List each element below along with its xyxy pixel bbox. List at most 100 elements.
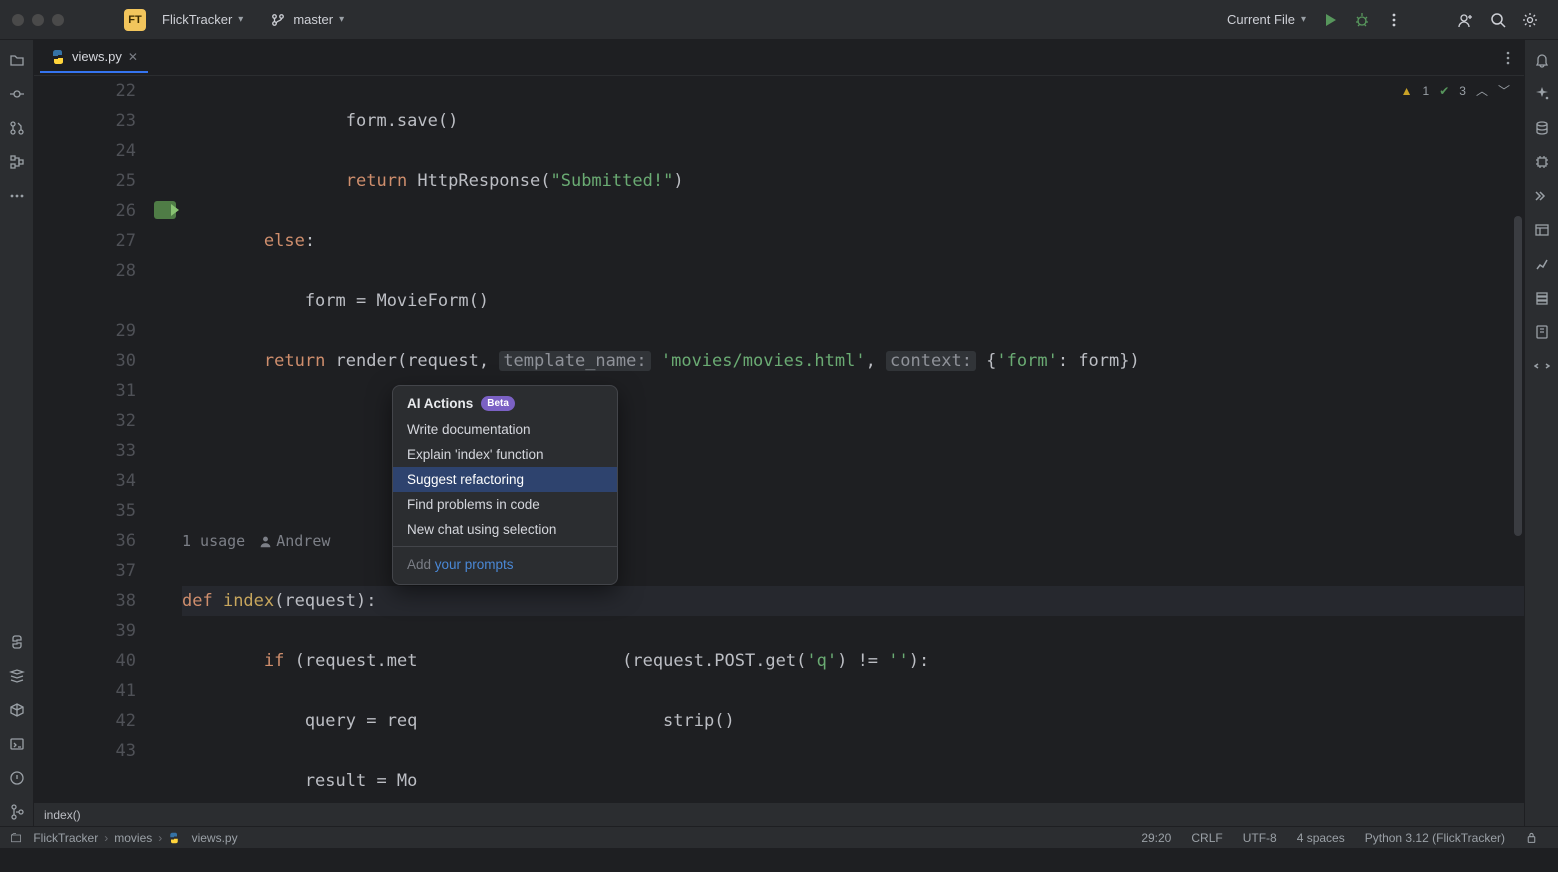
code-line <box>182 466 1524 496</box>
ai-action-item[interactable]: New chat using selection <box>393 517 617 542</box>
problems-tool-button[interactable] <box>3 764 31 792</box>
run-config-selector[interactable]: Current File ▾ <box>1219 8 1314 31</box>
bookmarks-tool-button[interactable] <box>1528 318 1556 346</box>
structure-tool-button[interactable] <box>3 148 31 176</box>
python-file-icon <box>50 49 66 65</box>
line-separator[interactable]: CRLF <box>1191 831 1222 845</box>
stack-tool-button[interactable] <box>1528 284 1556 312</box>
code-line: form.save() <box>182 106 1524 136</box>
code-line: if (request.metXXXXXXXXXXXXXXXXXXXX(requ… <box>182 646 1524 676</box>
lock-icon[interactable] <box>1525 831 1538 844</box>
inlay-meta: 1 usage Andrew <box>182 526 1524 556</box>
python-console-tool-button[interactable] <box>3 696 31 724</box>
breadcrumb-item[interactable]: views.py <box>168 831 237 845</box>
add-prompts-row[interactable]: Add your prompts <box>393 551 617 578</box>
ai-action-item[interactable]: Suggest refactoring <box>393 467 617 492</box>
breadcrumb-item[interactable]: FlickTracker <box>10 831 98 845</box>
ai-action-item[interactable]: Explain 'index' function <box>393 442 617 467</box>
code-line: return render(request, template_name: 'm… <box>182 346 1524 376</box>
file-encoding[interactable]: UTF-8 <box>1243 831 1277 845</box>
editor-tabs: views.py ✕ <box>34 40 1524 76</box>
debug-button[interactable] <box>1346 8 1378 32</box>
chevron-right-icon: › <box>104 831 108 845</box>
coverage-tool-button[interactable] <box>1528 250 1556 278</box>
run-gutter-icon[interactable] <box>154 201 176 219</box>
your-prompts-link[interactable]: your prompts <box>435 557 514 572</box>
database-tool-button[interactable] <box>1528 114 1556 142</box>
code-line: def index(request): <box>182 586 1524 616</box>
interpreter[interactable]: Python 3.12 (FlickTracker) <box>1365 831 1505 845</box>
branch-name: master <box>293 12 333 27</box>
popup-title: AI Actions <box>407 396 473 411</box>
ai-action-item[interactable]: Write documentation <box>393 417 617 442</box>
annotation-column <box>154 76 182 802</box>
branch-icon <box>269 11 287 29</box>
project-selector[interactable]: FlickTracker ▾ <box>154 8 251 31</box>
structure-crumb-bar: index() <box>34 802 1524 826</box>
search-everywhere-button[interactable] <box>1482 8 1514 32</box>
indent-setting[interactable]: 4 spaces <box>1297 831 1345 845</box>
close-tab-icon[interactable]: ✕ <box>128 50 138 64</box>
check-icon: ✔ <box>1439 84 1449 98</box>
maximize-window[interactable] <box>52 14 64 26</box>
vcs-branch-selector[interactable]: master ▾ <box>261 7 352 33</box>
ai-assistant-button[interactable] <box>1528 80 1556 108</box>
minimize-window[interactable] <box>32 14 44 26</box>
titlebar: FT FlickTracker ▾ master ▾ Current File … <box>0 0 1558 40</box>
pull-requests-tool-button[interactable] <box>3 114 31 142</box>
window-controls <box>12 14 64 26</box>
editor-area: views.py ✕ ▲ 1 ✔ 3 ︿ ﹀ 2223242526272829303… <box>34 40 1524 826</box>
author-hint[interactable]: Andrew <box>259 526 330 556</box>
close-window[interactable] <box>12 14 24 26</box>
code-editor[interactable]: ▲ 1 ✔ 3 ︿ ﹀ 222324252627282930313233343536… <box>34 76 1524 802</box>
code-line: query = reqXXXXXXXXXXXXXXXXXXXXXXXXstrip… <box>182 706 1524 736</box>
warning-count: 1 <box>1423 84 1430 98</box>
more-actions-button[interactable] <box>1378 8 1410 32</box>
ai-action-item[interactable]: Find problems in code <box>393 492 617 517</box>
code-lines: form.save() return HttpResponse("Submitt… <box>182 76 1524 802</box>
layout-tool-button[interactable] <box>1528 216 1556 244</box>
left-tool-stripe <box>0 40 34 826</box>
warning-icon: ▲ <box>1401 84 1413 98</box>
breadcrumb-item[interactable]: movies <box>114 831 152 845</box>
editor-tab[interactable]: views.py ✕ <box>40 43 148 73</box>
endpoints-tool-button[interactable] <box>1528 352 1556 380</box>
run-button[interactable] <box>1314 8 1346 32</box>
tab-options-button[interactable] <box>1500 50 1516 66</box>
code-line: form = MovieForm() <box>182 286 1524 316</box>
main-area: views.py ✕ ▲ 1 ✔ 3 ︿ ﹀ 2223242526272829303… <box>0 40 1558 826</box>
chip-tool-button[interactable] <box>1528 148 1556 176</box>
crumb-item[interactable]: index() <box>44 808 81 822</box>
run-config-label: Current File <box>1227 12 1295 27</box>
chevron-right-icon: › <box>158 831 162 845</box>
settings-button[interactable] <box>1514 8 1546 32</box>
navigation-bar: FlickTracker › movies › views.py 29:20 C… <box>0 826 1558 848</box>
separator <box>393 546 617 547</box>
code-with-me-button[interactable] <box>1450 8 1482 32</box>
prev-highlight-button[interactable]: ︿ <box>1476 82 1488 99</box>
code-line: result = Mo <box>182 766 1524 796</box>
notifications-button[interactable] <box>1528 46 1556 74</box>
services-tool-button[interactable] <box>3 662 31 690</box>
project-name: FlickTracker <box>162 12 232 27</box>
project-tool-button[interactable] <box>3 46 31 74</box>
next-highlight-button[interactable]: ﹀ <box>1498 82 1510 99</box>
ok-count: 3 <box>1459 84 1466 98</box>
code-line: return HttpResponse("Submitted!") <box>182 166 1524 196</box>
expand-tool-button[interactable] <box>1528 182 1556 210</box>
project-badge: FT <box>124 9 146 31</box>
inspection-widget[interactable]: ▲ 1 ✔ 3 ︿ ﹀ <box>1401 82 1510 99</box>
usages-hint[interactable]: 1 usage <box>182 526 245 556</box>
cursor-position[interactable]: 29:20 <box>1141 831 1171 845</box>
right-tool-stripe <box>1524 40 1558 826</box>
chevron-down-icon: ▾ <box>1301 14 1306 25</box>
popup-header: AI Actions Beta <box>393 392 617 417</box>
gutter: 2223242526272829303132333435363738394041… <box>34 76 154 802</box>
python-packages-tool-button[interactable] <box>3 628 31 656</box>
more-tools-button[interactable] <box>3 182 31 210</box>
terminal-tool-button[interactable] <box>3 730 31 758</box>
commit-tool-button[interactable] <box>3 80 31 108</box>
ai-actions-popup: AI Actions Beta Write documentationExpla… <box>392 385 618 585</box>
version-control-tool-button[interactable] <box>3 798 31 826</box>
chevron-down-icon: ▾ <box>238 14 243 25</box>
